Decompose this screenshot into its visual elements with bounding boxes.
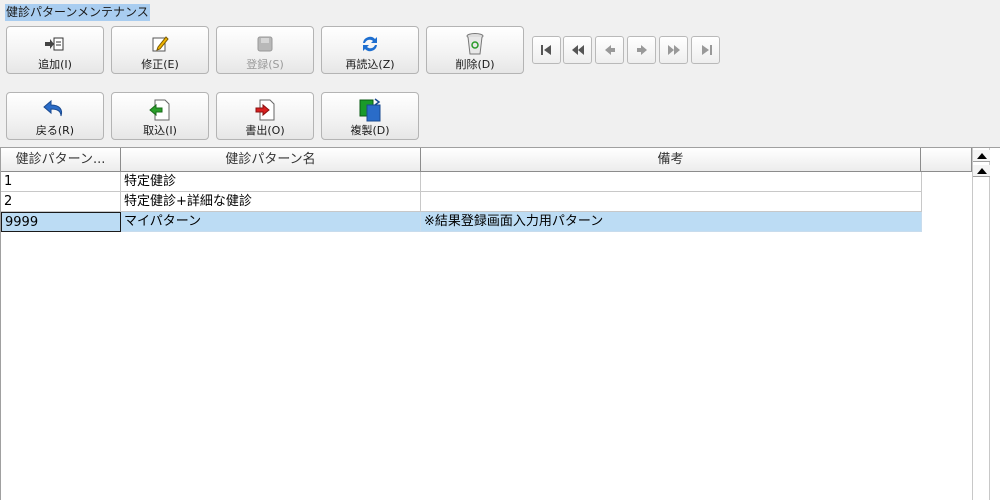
table-row[interactable]: 2 特定健診+詳細な健診 [1, 192, 922, 212]
column-header-note[interactable]: 備考 [421, 148, 921, 172]
delete-button-label: 削除(D) [455, 58, 495, 71]
scroll-top-button[interactable] [973, 150, 990, 162]
vertical-scrollbar[interactable] [972, 148, 990, 500]
add-button[interactable]: 追加(I) [6, 26, 104, 74]
duplicate-button-label: 複製(D) [350, 124, 390, 137]
export-button[interactable]: 書出(O) [216, 92, 314, 140]
cell-id[interactable]: 9999 [1, 212, 121, 232]
next-page-button[interactable] [659, 36, 688, 64]
import-button[interactable]: 取込(I) [111, 92, 209, 140]
last-record-button[interactable] [691, 36, 720, 64]
refresh-icon [357, 32, 383, 56]
table-row-selected[interactable]: 9999 マイパターン ※結果登録画面入力用パターン [1, 212, 922, 232]
duplicate-button[interactable]: 複製(D) [321, 92, 419, 140]
column-header-filler [921, 148, 972, 172]
cell-id[interactable]: 2 [1, 192, 121, 212]
export-button-label: 書出(O) [245, 124, 285, 137]
next-record-icon [636, 45, 647, 55]
cell-note[interactable] [421, 172, 922, 192]
undo-arrow-icon [42, 98, 68, 122]
prev-record-button[interactable] [595, 36, 624, 64]
prev-page-icon [571, 45, 584, 55]
reload-button[interactable]: 再読込(Z) [321, 26, 419, 74]
last-record-icon [701, 45, 712, 55]
window-title: 健診パターンメンテナンス [5, 4, 150, 21]
duplicate-icon [357, 98, 383, 122]
reload-button-label: 再読込(Z) [345, 58, 395, 71]
cell-name[interactable]: マイパターン [121, 212, 421, 232]
prev-page-button[interactable] [563, 36, 592, 64]
pattern-table[interactable]: 健診パターン... 健診パターン名 備考 1 特定健診 2 特定健診+詳細な健診… [0, 147, 1000, 500]
edit-pencil-icon [147, 32, 173, 56]
first-record-button[interactable] [532, 36, 561, 64]
cell-note[interactable]: ※結果登録画面入力用パターン [421, 212, 922, 232]
cell-id[interactable]: 1 [1, 172, 121, 192]
cell-name[interactable]: 特定健診+詳細な健診 [121, 192, 421, 212]
delete-button[interactable]: 削除(D) [426, 26, 524, 74]
back-button-label: 戻る(R) [35, 124, 75, 137]
column-header-name[interactable]: 健診パターン名 [121, 148, 421, 172]
arrow-up-icon [976, 167, 987, 174]
export-doc-icon [252, 98, 278, 122]
add-button-label: 追加(I) [38, 58, 72, 71]
next-page-icon [667, 45, 680, 55]
back-button[interactable]: 戻る(R) [6, 92, 104, 140]
prev-record-icon [604, 45, 615, 55]
import-button-label: 取込(I) [143, 124, 177, 137]
column-header-id[interactable]: 健診パターン... [1, 148, 121, 172]
save-icon [252, 32, 278, 56]
import-doc-icon [147, 98, 173, 122]
save-button[interactable]: 登録(S) [216, 26, 314, 74]
edit-button[interactable]: 修正(E) [111, 26, 209, 74]
save-button-label: 登録(S) [246, 58, 284, 71]
cell-note[interactable] [421, 192, 922, 212]
trash-icon [462, 32, 488, 56]
edit-button-label: 修正(E) [141, 58, 179, 71]
scroll-up-button[interactable] [973, 165, 990, 177]
cell-name[interactable]: 特定健診 [121, 172, 421, 192]
arrow-up-icon [976, 152, 987, 159]
first-record-icon [540, 45, 551, 55]
next-record-button[interactable] [627, 36, 656, 64]
table-row[interactable]: 1 特定健診 [1, 172, 922, 192]
add-doc-icon [42, 32, 68, 56]
